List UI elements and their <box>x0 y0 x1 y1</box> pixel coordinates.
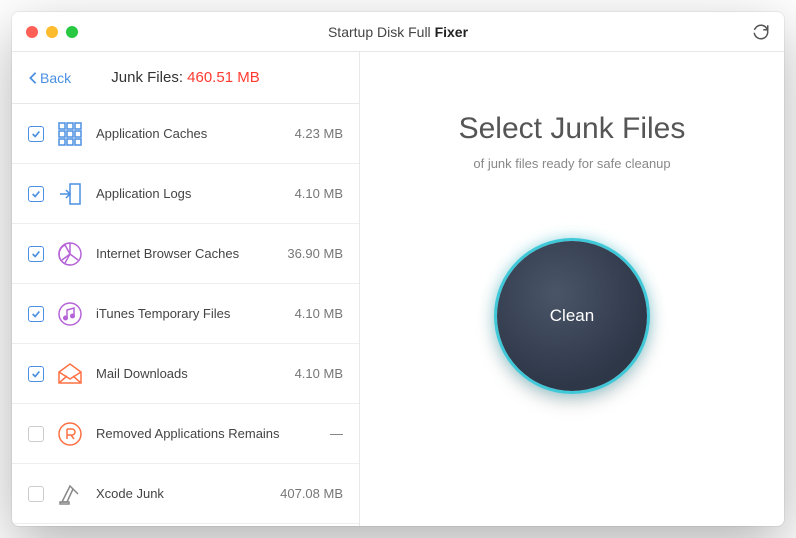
checkbox[interactable] <box>28 366 44 382</box>
titlebar: Startup Disk Full Fixer <box>12 12 784 52</box>
list-item-itunes-temp[interactable]: iTunes Temporary Files 4.10 MB <box>12 284 359 344</box>
list-item-app-caches[interactable]: Application Caches 4.23 MB <box>12 104 359 164</box>
refresh-button[interactable] <box>752 23 770 41</box>
removed-apps-icon <box>56 420 84 448</box>
mail-icon <box>56 360 84 388</box>
check-icon <box>31 189 41 199</box>
main-title: Select Junk Files <box>459 112 686 146</box>
main-subtitle: of junk files ready for safe cleanup <box>473 156 670 171</box>
clean-button-label: Clean <box>550 306 594 326</box>
app-window: Startup Disk Full Fixer Back Junk Files:… <box>12 12 784 526</box>
xcode-icon <box>56 480 84 508</box>
back-label: Back <box>40 70 71 86</box>
window-title: Startup Disk Full Fixer <box>12 24 784 40</box>
checkbox[interactable] <box>28 246 44 262</box>
checkbox[interactable] <box>28 426 44 442</box>
minimize-window-button[interactable] <box>46 26 58 38</box>
check-icon <box>31 129 41 139</box>
item-label: Internet Browser Caches <box>96 246 275 261</box>
traffic-lights <box>26 26 78 38</box>
item-label: Application Logs <box>96 186 283 201</box>
checkbox[interactable] <box>28 486 44 502</box>
window-title-prefix: Startup Disk Full <box>328 24 435 40</box>
item-label: Xcode Junk <box>96 486 268 501</box>
item-label: Removed Applications Remains <box>96 426 318 441</box>
browser-caches-icon <box>56 240 84 268</box>
checkbox[interactable] <box>28 186 44 202</box>
list-item-removed-apps[interactable]: Removed Applications Remains — <box>12 404 359 464</box>
chevron-left-icon <box>28 71 38 85</box>
app-logs-icon <box>56 180 84 208</box>
content-area: Back Junk Files: 460.51 MB <box>12 52 784 526</box>
window-title-suffix: Fixer <box>435 24 468 40</box>
item-size: 4.10 MB <box>295 366 343 381</box>
close-window-button[interactable] <box>26 26 38 38</box>
item-size: 407.08 MB <box>280 486 343 501</box>
junk-files-list: Application Caches 4.23 MB Application L… <box>12 104 359 526</box>
item-label: iTunes Temporary Files <box>96 306 283 321</box>
list-item-xcode-junk[interactable]: Xcode Junk 407.08 MB <box>12 464 359 524</box>
item-size: 4.23 MB <box>295 126 343 141</box>
main-panel: Select Junk Files of junk files ready fo… <box>360 52 784 526</box>
sidebar: Back Junk Files: 460.51 MB <box>12 52 360 526</box>
clean-button[interactable]: Clean <box>497 241 647 391</box>
item-label: Mail Downloads <box>96 366 283 381</box>
item-size: 4.10 MB <box>295 306 343 321</box>
maximize-window-button[interactable] <box>66 26 78 38</box>
sidebar-title-size: 460.51 MB <box>187 69 260 86</box>
item-size: 4.10 MB <box>295 186 343 201</box>
sidebar-title-label: Junk Files: <box>111 69 187 86</box>
itunes-icon <box>56 300 84 328</box>
item-size: — <box>330 426 343 441</box>
checkbox[interactable] <box>28 126 44 142</box>
check-icon <box>31 249 41 259</box>
checkbox[interactable] <box>28 306 44 322</box>
list-item-mail-downloads[interactable]: Mail Downloads 4.10 MB <box>12 344 359 404</box>
list-item-app-logs[interactable]: Application Logs 4.10 MB <box>12 164 359 224</box>
app-caches-icon <box>56 120 84 148</box>
item-label: Application Caches <box>96 126 283 141</box>
refresh-icon <box>752 23 770 41</box>
check-icon <box>31 369 41 379</box>
check-icon <box>31 309 41 319</box>
list-item-browser-caches[interactable]: Internet Browser Caches 36.90 MB <box>12 224 359 284</box>
back-button[interactable]: Back <box>28 70 71 86</box>
item-size: 36.90 MB <box>287 246 343 261</box>
sidebar-header: Back Junk Files: 460.51 MB <box>12 52 359 104</box>
